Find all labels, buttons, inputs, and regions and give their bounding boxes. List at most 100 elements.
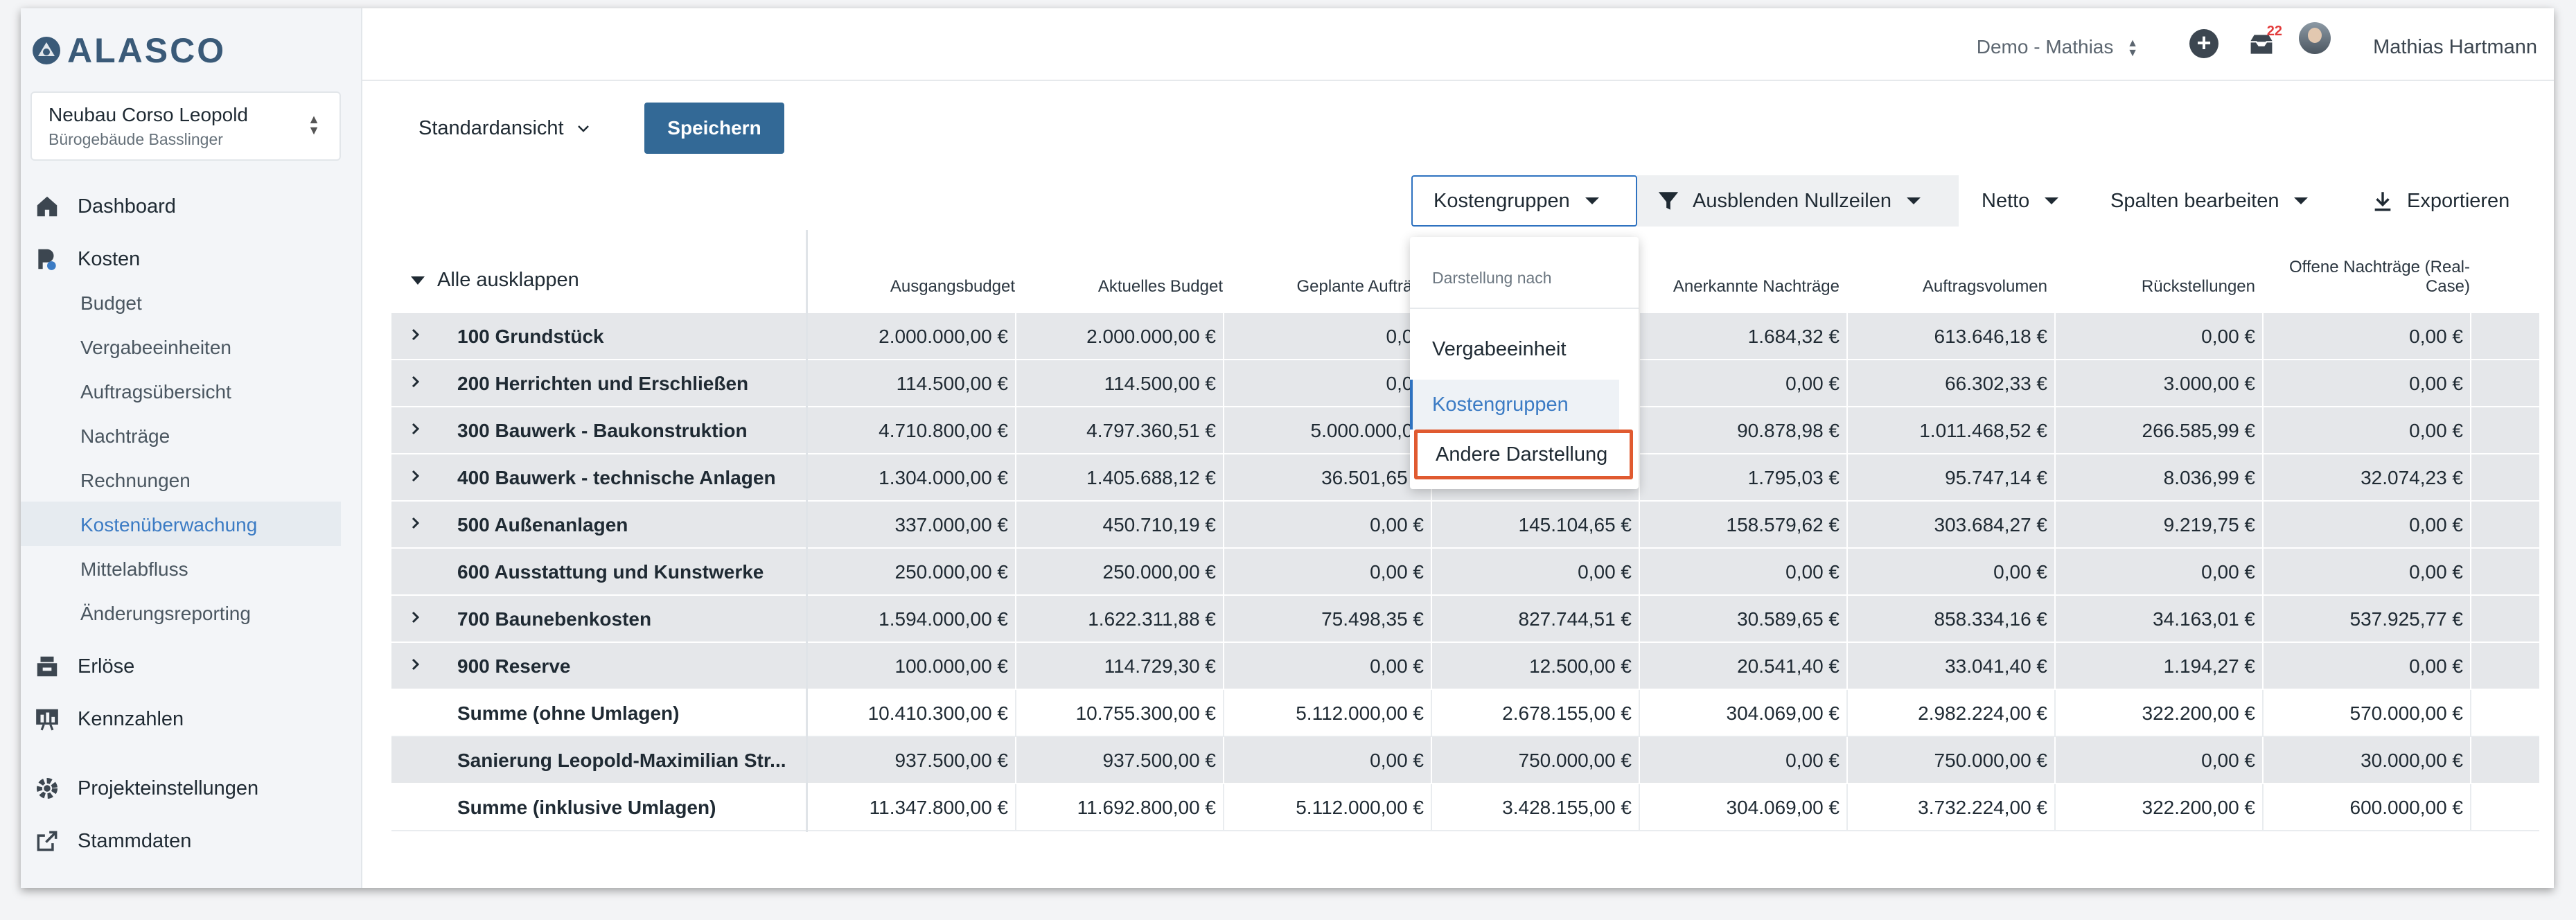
cell-divider (2262, 313, 2264, 359)
table-cell: 10.410.300,00 € (867, 702, 1008, 724)
table-cell: 145.104,65 € (1518, 514, 1632, 536)
column-header[interactable]: Ausgangsbudget (807, 230, 1015, 313)
avatar[interactable] (2299, 22, 2331, 54)
divider (1410, 308, 1639, 309)
cell-divider (1015, 502, 1016, 547)
user-name[interactable]: Mathias Hartmann (2373, 36, 2537, 59)
caret-down-icon (2294, 197, 2309, 204)
cell-divider (1431, 643, 1432, 689)
net-gross-dropdown[interactable]: Netto (1976, 175, 2059, 227)
logo[interactable]: ALASCO (31, 30, 226, 71)
project-switcher[interactable]: Neubau Corso Leopold Bürogebäude Basslin… (30, 91, 341, 161)
row-name: 700 Baunebenkosten (457, 608, 652, 630)
table-cell: 4.710.800,00 € (879, 420, 1008, 441)
row-name: 600 Ausstattung und Kunstwerke (457, 561, 764, 583)
table-cell: 0,00 € (1993, 561, 2047, 583)
cell-divider (1846, 454, 1848, 500)
hide-zero-rows-filter[interactable]: Ausblenden Nullzeilen (1637, 175, 1959, 227)
row-name: 400 Bauwerk - technische Anlagen (457, 467, 776, 488)
cell-divider (2470, 690, 2471, 736)
table-row[interactable]: 500 Außenanlagen 337.000,00 € 450.710,19 €… (391, 502, 2539, 549)
chevron-right-icon[interactable] (411, 657, 421, 672)
cell-divider (2262, 454, 2264, 500)
cell-divider (2470, 407, 2471, 453)
cell-divider (1223, 549, 1224, 594)
cell-divider (1015, 784, 1016, 830)
alasco-logo-icon (31, 35, 62, 66)
option-kostengruppen[interactable]: Kostengruppen (1410, 380, 1619, 430)
kpi-icon (33, 705, 61, 733)
table-cell: 0,00 € (2409, 420, 2463, 441)
table-cell: 3.732.224,00 € (1918, 797, 2047, 818)
nav-dashboard[interactable]: Dashboard (33, 193, 176, 220)
option-vergabeeinheit[interactable]: Vergabeeinheit (1410, 324, 1639, 374)
nav-nachtraege[interactable]: Nachträge (80, 425, 170, 448)
tenant-switcher[interactable]: Demo - Mathias ▲ ▼ (1977, 36, 2138, 58)
cell-divider (2262, 502, 2264, 547)
table-row[interactable]: 600 Ausstattung und Kunstwerke 250.000,00… (391, 549, 2539, 596)
table-row[interactable]: Summe (inklusive Umlagen) 11.347.800,00 €… (391, 784, 2539, 831)
cell-divider (2470, 502, 2471, 547)
column-header[interactable]: Offene Nachträge (Real-Case) (2262, 230, 2470, 313)
table-cell: 10.755.300,00 € (1075, 702, 1216, 724)
nav-kennzahlen[interactable]: Kennzahlen (33, 705, 184, 733)
cell-divider (2054, 596, 2056, 642)
export-button[interactable]: Exportieren (2371, 175, 2509, 227)
cell-divider (1223, 737, 1224, 783)
row-name: 100 Grundstück (457, 326, 604, 347)
nav-mittelabfluss[interactable]: Mittelabfluss (80, 558, 188, 581)
app-window: ALASCO Neubau Corso Leopold Bürogebäude … (21, 8, 2554, 888)
view-selector[interactable]: Standardansicht (418, 117, 590, 140)
nav-budget[interactable]: Budget (80, 292, 142, 315)
chevron-right-icon[interactable] (411, 327, 421, 342)
column-header[interactable]: Rückstellungen (2054, 230, 2255, 313)
nav-aenderungsreporting[interactable]: Änderungsreporting (80, 603, 251, 625)
grouping-dropdown[interactable]: Kostengruppen (1411, 175, 1637, 227)
chevron-right-icon[interactable] (411, 468, 421, 484)
edit-columns-dropdown[interactable]: Spalten bearbeiten (2110, 175, 2309, 227)
nav-kosten[interactable]: Kosten (33, 245, 140, 273)
table-cell: 0,00 € (1370, 561, 1424, 583)
cell-divider (1015, 360, 1016, 406)
column-header[interactable]: Aktuelles Budget (1015, 230, 1223, 313)
cell-divider (2054, 690, 2056, 736)
nav-erloese[interactable]: Erlöse (33, 653, 134, 680)
column-header[interactable]: Geplante Aufträge (1223, 230, 1431, 313)
save-button[interactable]: Speichern (644, 103, 784, 154)
cell-divider (1015, 549, 1016, 594)
cell-divider (1846, 360, 1848, 406)
table-cell: 570.000,00 € (2349, 702, 2464, 724)
cell-divider (1223, 360, 1224, 406)
table-cell: 5.112.000,00 € (1296, 797, 1424, 818)
nav-auftragsuebersicht[interactable]: Auftragsübersicht (80, 381, 231, 403)
dropdown-header: Darstellung nach (1432, 269, 1552, 287)
chevron-right-icon[interactable] (411, 421, 421, 436)
option-andere-darstellung[interactable]: Andere Darstellung (1414, 430, 1633, 479)
cell-divider (1431, 690, 1432, 736)
nav-stammdaten[interactable]: Stammdaten (33, 827, 191, 855)
caret-down-icon (1906, 197, 1921, 204)
table-row[interactable]: 900 Reserve 100.000,00 € 114.729,30 € 0,00 … (391, 643, 2539, 690)
grouping-dropdown-menu: Darstellung nach Vergabeeinheit Kostengr… (1410, 237, 1639, 489)
nav-projekteinstellungen[interactable]: Projekteinstellungen (33, 775, 258, 802)
chevron-right-icon[interactable] (411, 515, 421, 531)
column-header[interactable]: Anerkannte Nachträge (1639, 230, 1840, 313)
table-cell: 1.011.468,52 € (1919, 420, 2047, 441)
nav-rechnungen[interactable]: Rechnungen (80, 470, 191, 492)
grouping-label: Kostengruppen (1433, 189, 1570, 212)
nav-vergabeeinheiten[interactable]: Vergabeeinheiten (80, 337, 231, 359)
table-cell: 322.200,00 € (2142, 797, 2256, 818)
table-row[interactable]: Summe (ohne Umlagen) 10.410.300,00 € 10.75… (391, 690, 2539, 737)
expand-all-toggle[interactable]: Alle ausklappen (411, 269, 579, 292)
column-header[interactable]: Auftragsvolumen (1846, 230, 2047, 313)
cell-divider (1846, 407, 1848, 453)
table-row[interactable]: Sanierung Leopold-Maximilian Str... 937.5… (391, 737, 2539, 784)
table-cell: 11.347.800,00 € (869, 797, 1008, 818)
nav-kostenueberwachung[interactable]: Kostenüberwachung (80, 514, 257, 536)
chevron-right-icon[interactable] (411, 374, 421, 389)
table-cell: 36.501,65 € (1321, 467, 1424, 488)
table-cell: 0,00 € (2201, 561, 2255, 583)
chevron-right-icon[interactable] (411, 610, 421, 625)
add-icon[interactable]: + (2189, 29, 2218, 58)
table-row[interactable]: 700 Baunebenkosten 1.594.000,00 € 1.622.31… (391, 596, 2539, 643)
